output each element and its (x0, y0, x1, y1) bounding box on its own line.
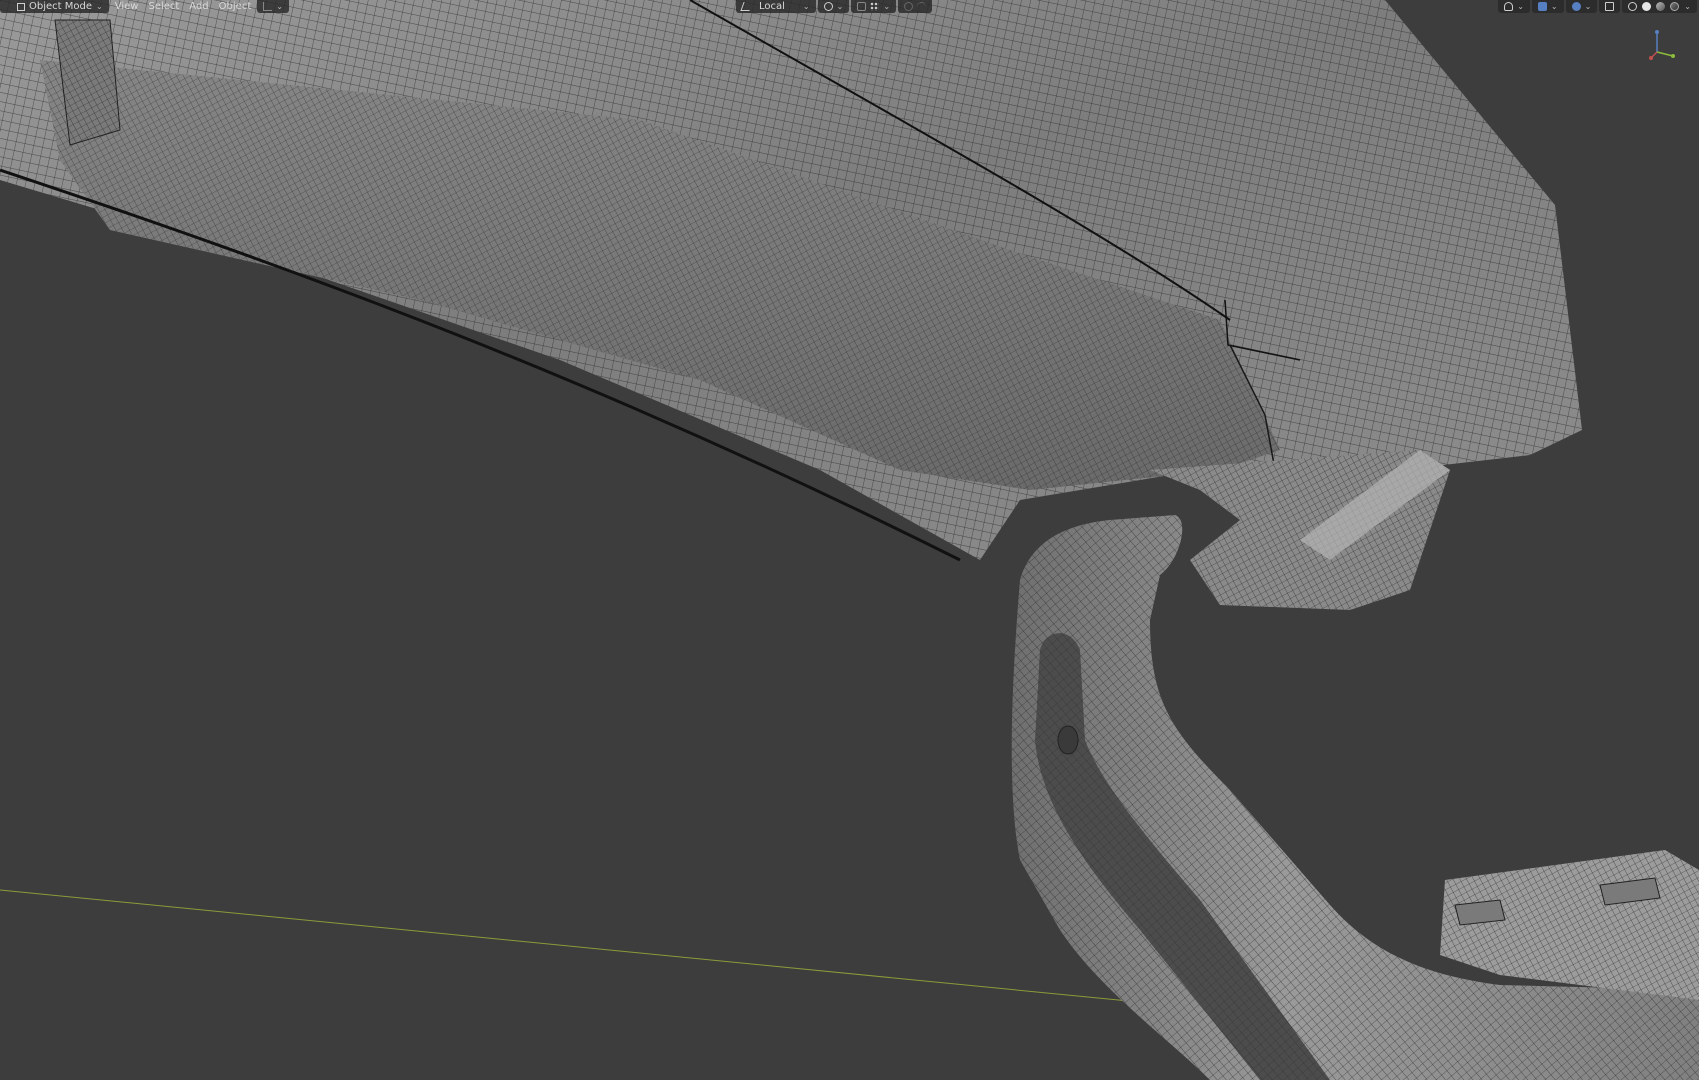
wireframe-shading-icon[interactable] (1628, 2, 1638, 11)
xray-icon (1605, 2, 1615, 11)
mode-dropdown[interactable]: Object Mode ⌄ (0, 0, 109, 13)
menu-object-label: Object (218, 1, 252, 12)
viewport-header-center: Local ⌄ ⌄ ⌄ (736, 0, 934, 13)
chevron-down-icon: ⌄ (96, 2, 103, 11)
shading-modes[interactable]: ⌄ (1622, 0, 1697, 13)
solid-shading-icon[interactable] (1642, 2, 1652, 11)
gizmo-icon (1537, 2, 1547, 11)
snap-toggle[interactable]: ⌄ (851, 0, 897, 13)
proportional-edit-icon (904, 2, 914, 11)
chevron-down-icon: ⌄ (883, 2, 891, 11)
xray-toggle[interactable] (1599, 0, 1621, 13)
mesh-scene (0, 0, 1699, 1080)
selection-mode-dropdown[interactable]: ⌄ (257, 0, 289, 13)
menu-view-label: View (114, 1, 139, 12)
menu-select-label: Select (148, 1, 180, 12)
overlay-icon (1571, 2, 1581, 11)
snap-increment-icon (870, 2, 880, 11)
axis-gizmo-icon[interactable] (1647, 28, 1681, 62)
pivot-point-icon (823, 2, 833, 11)
chevron-down-icon: ⌄ (802, 2, 810, 11)
chevron-down-icon: ⌄ (836, 2, 844, 11)
viewport-header-left: Object Mode ⌄ View Select Add Object ⌄ (0, 0, 291, 13)
mode-label: Object Mode (29, 1, 92, 12)
falloff-curve-icon (917, 2, 927, 11)
menu-add-label: Add (189, 1, 209, 12)
chevron-down-icon: ⌄ (1684, 2, 1691, 11)
orientation-icon (740, 2, 753, 11)
selection-mode-icon (263, 2, 273, 11)
3d-viewport[interactable]: Object Mode ⌄ View Select Add Object ⌄ L… (0, 0, 1699, 1080)
transform-orientation-dropdown[interactable]: Local ⌄ (736, 0, 816, 13)
menu-view[interactable]: View (111, 0, 143, 13)
proportional-edit-toggle[interactable] (898, 0, 933, 13)
gizmo-toggle[interactable]: ⌄ (1531, 0, 1564, 13)
visibility-dropdown[interactable]: ⌄ (1498, 0, 1530, 13)
menu-add[interactable]: Add (185, 0, 212, 13)
orientation-label: Local (759, 1, 785, 12)
chevron-down-icon: ⌄ (1550, 2, 1558, 11)
overlay-toggle[interactable]: ⌄ (1565, 0, 1598, 13)
object-mode-icon (17, 2, 25, 11)
chevron-down-icon: ⌄ (1517, 2, 1524, 11)
snap-icon (857, 2, 867, 11)
pivot-point-dropdown[interactable]: ⌄ (817, 0, 850, 13)
visibility-icon (1504, 2, 1514, 11)
rendered-shading-icon[interactable] (1670, 2, 1680, 11)
menu-select[interactable]: Select (144, 0, 183, 13)
chevron-down-icon: ⌄ (276, 2, 283, 11)
viewport-header-right: ⌄ ⌄ ⌄ ⌄ (1498, 0, 1699, 13)
menu-object[interactable]: Object (215, 0, 256, 13)
chevron-down-icon: ⌄ (1584, 2, 1592, 11)
material-shading-icon[interactable] (1656, 2, 1666, 11)
